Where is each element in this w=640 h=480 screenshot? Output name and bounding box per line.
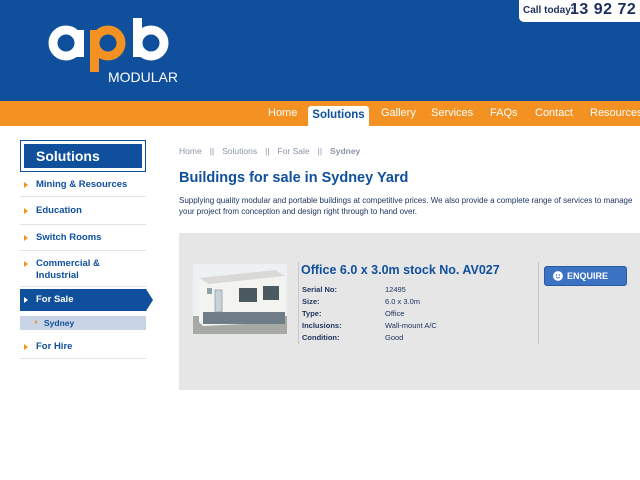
nav-services[interactable]: Services xyxy=(431,101,473,126)
spec-value: Wall-mount A/C xyxy=(385,321,437,330)
active-pointer xyxy=(146,289,153,311)
sidebar-item-label: Commercial & Industrial xyxy=(36,258,100,281)
chevron-right-icon xyxy=(24,208,28,214)
spec-value: Good xyxy=(385,333,404,342)
main-nav: Home Solutions Gallery Services FAQs Con… xyxy=(0,101,640,126)
breadcrumb: Home || Solutions || For Sale || Sydney xyxy=(179,146,360,156)
card-divider xyxy=(298,262,299,344)
sidebar-item-label: For Sale xyxy=(36,294,74,305)
spec-key: Serial No: xyxy=(302,285,338,294)
site-header: MODULAR Call today: 13 92 72 xyxy=(0,0,640,101)
breadcrumb-separator: || xyxy=(317,146,323,156)
nav-solutions[interactable]: Solutions xyxy=(308,106,369,126)
chevron-right-icon xyxy=(35,320,38,324)
nav-home[interactable]: Home xyxy=(268,101,297,126)
sidebar-subitem-label: Sydney xyxy=(44,318,75,328)
spec-value: 12495 xyxy=(385,285,406,294)
breadcrumb-solutions[interactable]: Solutions xyxy=(222,146,257,156)
chevron-right-icon xyxy=(24,261,28,267)
spec-key: Size: xyxy=(302,297,320,306)
sidebar-subitem-sydney[interactable]: Sydney xyxy=(20,316,146,330)
building-photo[interactable] xyxy=(193,264,287,334)
listing-title: Office 6.0 x 3.0m stock No. AV027 xyxy=(301,263,500,277)
phone-number[interactable]: 13 92 72 xyxy=(570,1,636,19)
spec-key: Type: xyxy=(302,309,322,318)
nav-faqs[interactable]: FAQs xyxy=(490,101,518,126)
sidebar-item-label: Education xyxy=(36,205,82,216)
nav-gallery[interactable]: Gallery xyxy=(381,101,416,126)
spec-value: Office xyxy=(385,309,405,318)
spec-key: Condition: xyxy=(302,333,340,342)
breadcrumb-for-sale[interactable]: For Sale xyxy=(278,146,310,156)
sidebar-item-label: For Hire xyxy=(36,341,73,352)
breadcrumb-separator: || xyxy=(209,146,215,156)
sidebar-heading: Solutions xyxy=(24,144,142,168)
nav-contact[interactable]: Contact xyxy=(535,101,573,126)
chevron-right-icon xyxy=(24,344,28,350)
card-divider xyxy=(538,262,539,344)
apb-logo[interactable]: MODULAR xyxy=(48,18,178,88)
enquire-label: ENQUIRE xyxy=(567,271,609,281)
sidebar-item-commercial[interactable]: Commercial & Industrial xyxy=(20,252,146,287)
sidebar-item-switch-rooms[interactable]: Switch Rooms xyxy=(20,226,146,251)
sidebar-item-for-sale[interactable]: For Sale xyxy=(20,289,153,311)
sidebar-item-label: Switch Rooms xyxy=(36,232,102,243)
sidebar-item-for-hire[interactable]: For Hire xyxy=(20,336,146,359)
listing-panel xyxy=(179,233,640,390)
chevron-right-icon xyxy=(24,235,28,241)
chevron-right-icon xyxy=(24,297,28,303)
breadcrumb-separator: || xyxy=(265,146,270,156)
smiley-icon xyxy=(553,271,563,281)
breadcrumb-current: Sydney xyxy=(330,146,361,156)
spec-key: Inclusions: xyxy=(302,321,342,330)
call-today-box: Call today: 13 92 72 xyxy=(519,0,640,22)
call-label: Call today: xyxy=(523,5,575,16)
spec-value: 6.0 x 3.0m xyxy=(385,297,421,306)
page-title: Buildings for sale in Sydney Yard xyxy=(179,170,409,186)
sidebar-item-education[interactable]: Education xyxy=(20,198,146,225)
sidebar-item-mining[interactable]: Mining & Resources xyxy=(20,173,146,197)
sidebar-item-label: Mining & Resources xyxy=(36,179,128,190)
chevron-right-icon xyxy=(24,182,28,188)
page-intro: Supplying quality modular and portable b… xyxy=(179,196,633,216)
enquire-button[interactable]: ENQUIRE xyxy=(544,266,627,286)
breadcrumb-home[interactable]: Home xyxy=(179,146,202,156)
nav-resources[interactable]: Resources xyxy=(590,101,640,126)
logo-sub: MODULAR xyxy=(108,69,178,85)
sidebar-heading-box: Solutions xyxy=(20,140,146,172)
